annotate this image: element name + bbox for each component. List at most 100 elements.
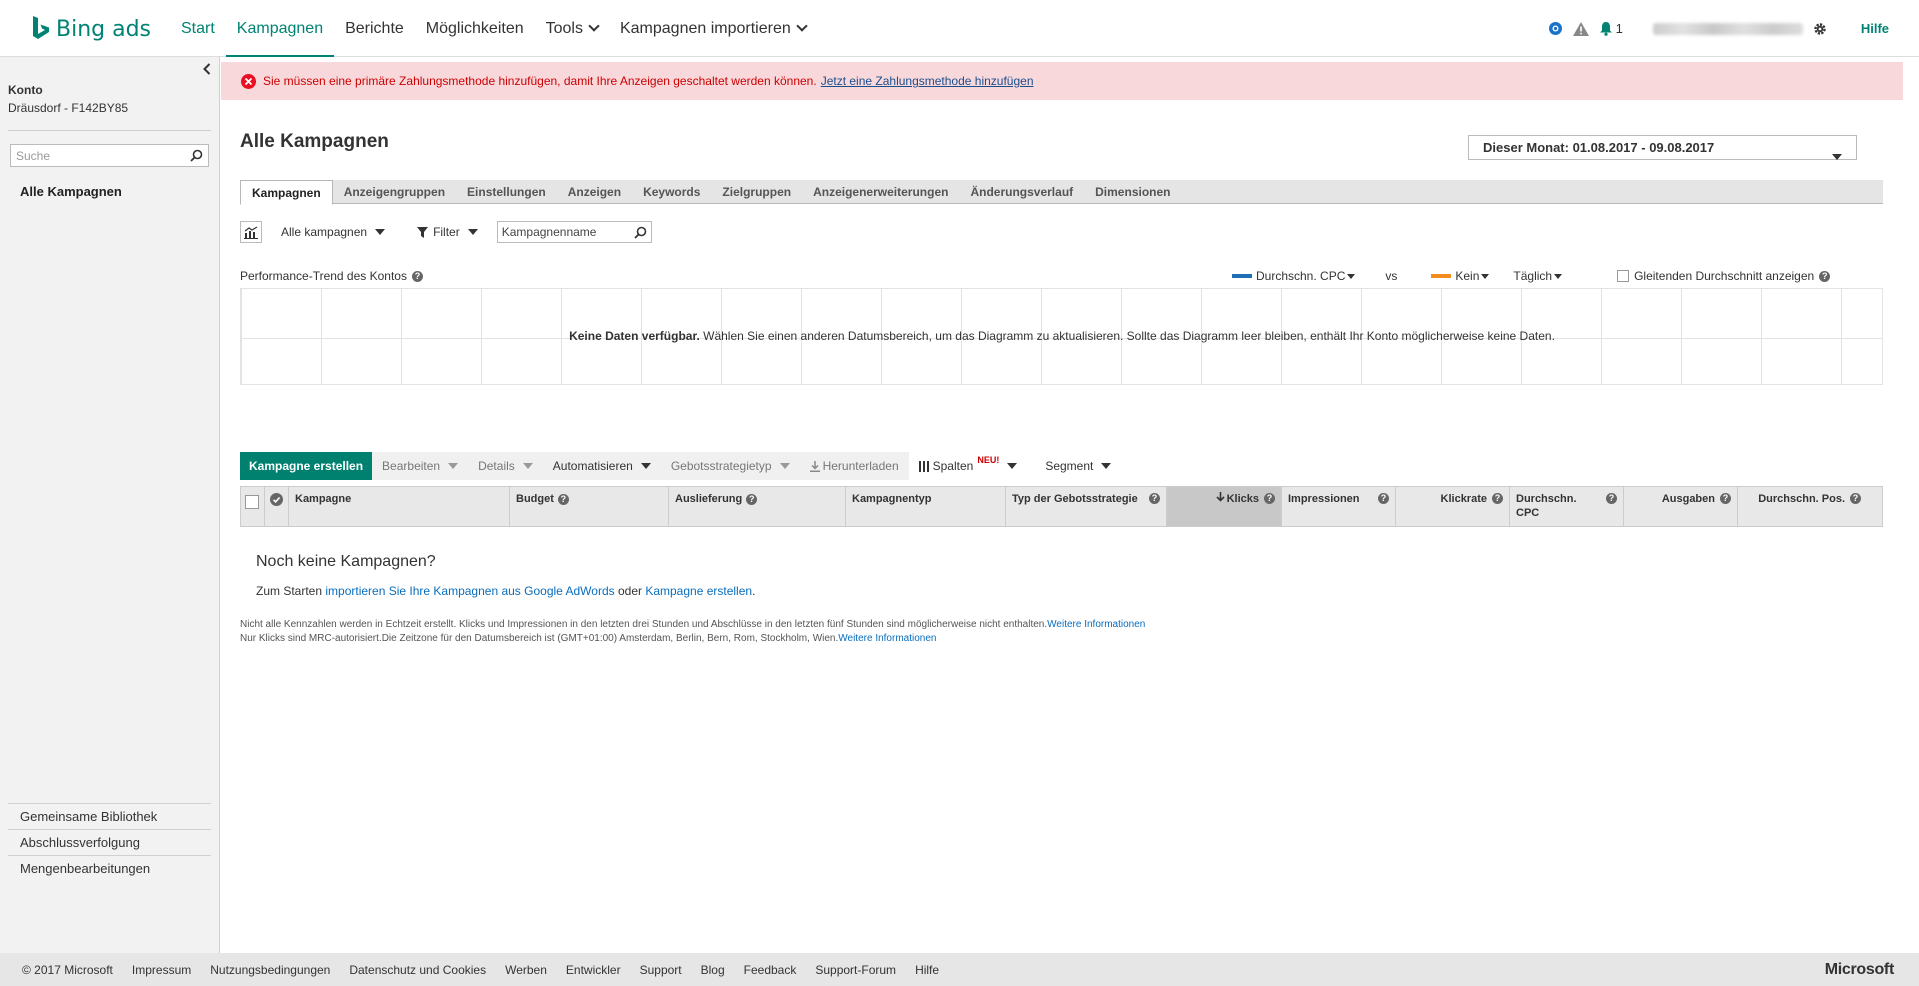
add-payment-method-link[interactable]: Jetzt eine Zahlungsmethode hinzufügen [821, 74, 1034, 88]
column-durchschn-pos[interactable]: Durchschn. Pos.? [1738, 487, 1867, 526]
help-icon[interactable]: ? [1149, 493, 1160, 504]
column-klickrate[interactable]: Klickrate? [1396, 487, 1510, 526]
sidebar-search-input[interactable] [11, 145, 181, 166]
nav-kampagnen-importieren[interactable]: Kampagnen importieren [609, 0, 817, 57]
account-label: Konto [8, 83, 43, 97]
column-gebotsstrategie[interactable]: Typ der Gebotsstrategie? [1006, 487, 1167, 526]
account-value: Dräusdorf - F142BY85 [8, 101, 129, 115]
automate-dropdown[interactable]: Automatisieren [542, 452, 661, 480]
help-icon[interactable]: ? [1720, 493, 1731, 504]
footer-help[interactable]: Hilfe [915, 963, 939, 977]
tab-einstellungen[interactable]: Einstellungen [456, 180, 557, 204]
main-content: Sie müssen eine primäre Zahlungsmethode … [221, 57, 1919, 953]
create-campaign-button[interactable]: Kampagne erstellen [240, 452, 373, 480]
automate-label: Automatisieren [552, 459, 633, 473]
help-link[interactable]: Hilfe [1861, 21, 1889, 36]
tab-anzeigen[interactable]: Anzeigen [557, 180, 632, 204]
filter-dropdown[interactable]: Filter [417, 225, 478, 239]
dropdown-arrow-icon [1832, 144, 1842, 167]
moving-average-toggle[interactable]: Gleitenden Durchschnitt anzeigen ? [1617, 269, 1831, 283]
warning-icon[interactable] [1572, 21, 1589, 36]
moving-average-checkbox[interactable] [1617, 270, 1630, 282]
help-icon[interactable]: ? [1378, 493, 1389, 504]
metric2-dropdown[interactable]: Kein [1455, 269, 1490, 283]
help-icon[interactable]: ? [746, 493, 758, 505]
interval-dropdown[interactable]: Täglich [1513, 269, 1563, 283]
footer-impressum[interactable]: Impressum [132, 963, 191, 977]
column-budget[interactable]: Budget? [510, 487, 669, 526]
tab-dimensionen[interactable]: Dimensionen [1084, 180, 1181, 204]
date-range-picker[interactable]: Dieser Monat: 01.08.2017 - 09.08.2017 [1468, 135, 1857, 160]
help-icon[interactable]: ? [557, 493, 569, 505]
footer-support[interactable]: Support [640, 963, 682, 977]
column-kampagnentyp[interactable]: Kampagnentyp [846, 487, 1006, 526]
account-email-blurred[interactable] [1652, 22, 1803, 35]
select-all-checkbox[interactable] [245, 495, 259, 509]
import-adwords-link[interactable]: importieren Sie Ihre Kampagnen aus Googl… [325, 584, 614, 598]
status-column[interactable] [265, 487, 289, 526]
nav-berichte[interactable]: Berichte [334, 0, 415, 57]
tab-keywords[interactable]: Keywords [632, 180, 711, 204]
download-button[interactable]: Herunterladen [799, 452, 909, 480]
footer-feedback[interactable]: Feedback [744, 963, 797, 977]
empty-state-title: Noch keine Kampagnen? [256, 553, 436, 570]
help-icon[interactable]: ? [1606, 493, 1617, 504]
column-durchschn-cpc[interactable]: Durchschn. CPC? [1510, 487, 1624, 526]
gear-icon[interactable] [1813, 22, 1827, 36]
more-info-link[interactable]: Weitere Informationen [838, 633, 936, 644]
columns-dropdown[interactable]: Spalten NEU! [908, 452, 1028, 480]
help-icon[interactable]: ? [1264, 493, 1275, 504]
campaign-name-input[interactable] [497, 222, 628, 242]
help-icon[interactable]: ? [1819, 270, 1831, 282]
more-info-link[interactable]: Weitere Informationen [1047, 619, 1145, 630]
tab-aenderungsverlauf[interactable]: Änderungsverlauf [959, 180, 1084, 204]
create-campaign-link[interactable]: Kampagne erstellen [645, 584, 752, 598]
help-icon[interactable]: ? [1492, 493, 1503, 504]
footer-developer[interactable]: Entwickler [566, 963, 621, 977]
chart-toggle-button[interactable] [240, 221, 262, 243]
filter-toolbar: Alle kampagnen Filter [240, 220, 652, 244]
column-kampagne[interactable]: Kampagne [289, 487, 510, 526]
sidebar-item-conversion-tracking[interactable]: Abschlussverfolgung [8, 829, 211, 855]
column-impressionen[interactable]: Impressionen? [1282, 487, 1396, 526]
column-ausgaben[interactable]: Ausgaben? [1624, 487, 1738, 526]
notification-bell-icon[interactable]: 1 [1599, 21, 1623, 36]
nav-tools[interactable]: Tools [535, 0, 609, 57]
settings-badge-icon[interactable] [1548, 21, 1563, 36]
footer-advertise[interactable]: Werben [505, 963, 547, 977]
bid-strategy-dropdown[interactable]: Gebotsstrategietyp [660, 452, 800, 480]
sidebar-item-bulk-edits[interactable]: Mengenbearbeitungen [8, 855, 211, 881]
help-icon[interactable]: ? [1850, 493, 1861, 504]
nav-moeglichkeiten[interactable]: Möglichkeiten [415, 0, 535, 57]
column-auslieferung[interactable]: Auslieferung? [669, 487, 846, 526]
nav-start[interactable]: Start [170, 0, 226, 57]
tab-kampagnen[interactable]: Kampagnen [240, 180, 333, 205]
tab-anzeigengruppen[interactable]: Anzeigengruppen [333, 180, 456, 204]
collapse-sidebar-icon[interactable] [199, 61, 215, 77]
metric1-dropdown[interactable]: Durchschn. CPC [1256, 269, 1356, 283]
campaign-scope-dropdown[interactable]: Alle kampagnen [281, 225, 386, 239]
footer-privacy[interactable]: Datenschutz und Cookies [349, 963, 486, 977]
footer-terms[interactable]: Nutzungsbedingungen [210, 963, 330, 977]
download-label: Herunterladen [822, 459, 899, 473]
help-icon[interactable]: ? [411, 270, 423, 282]
column-klicks[interactable]: Klicks? [1167, 487, 1282, 526]
edit-dropdown[interactable]: Bearbeiten [372, 452, 469, 480]
footer-blog[interactable]: Blog [701, 963, 725, 977]
performance-header: Performance-Trend des Kontos ? Durchschn… [240, 269, 1883, 285]
nav-kampagnen[interactable]: Kampagnen [225, 0, 335, 58]
tab-anzeigenerweiterungen[interactable]: Anzeigenerweiterungen [802, 180, 959, 204]
performance-chart-area: Keine Daten verfügbar. Wählen Sie einen … [240, 288, 1883, 385]
tab-zielgruppen[interactable]: Zielgruppen [711, 180, 802, 204]
search-icon[interactable] [190, 149, 203, 165]
bing-ads-logo[interactable]: Bing ads [30, 14, 151, 44]
details-dropdown[interactable]: Details [468, 452, 543, 480]
footer-support-forum[interactable]: Support-Forum [815, 963, 896, 977]
search-icon[interactable] [634, 226, 647, 242]
sidebar-item-all-campaigns[interactable]: Alle Kampagnen [20, 184, 122, 199]
segment-dropdown[interactable]: Segment [1035, 452, 1122, 480]
error-icon [241, 73, 256, 89]
dropdown-arrow-icon [1007, 463, 1018, 469]
footer-copyright: © 2017 Microsoft [22, 962, 113, 977]
sidebar-item-shared-library[interactable]: Gemeinsame Bibliothek [8, 803, 211, 829]
